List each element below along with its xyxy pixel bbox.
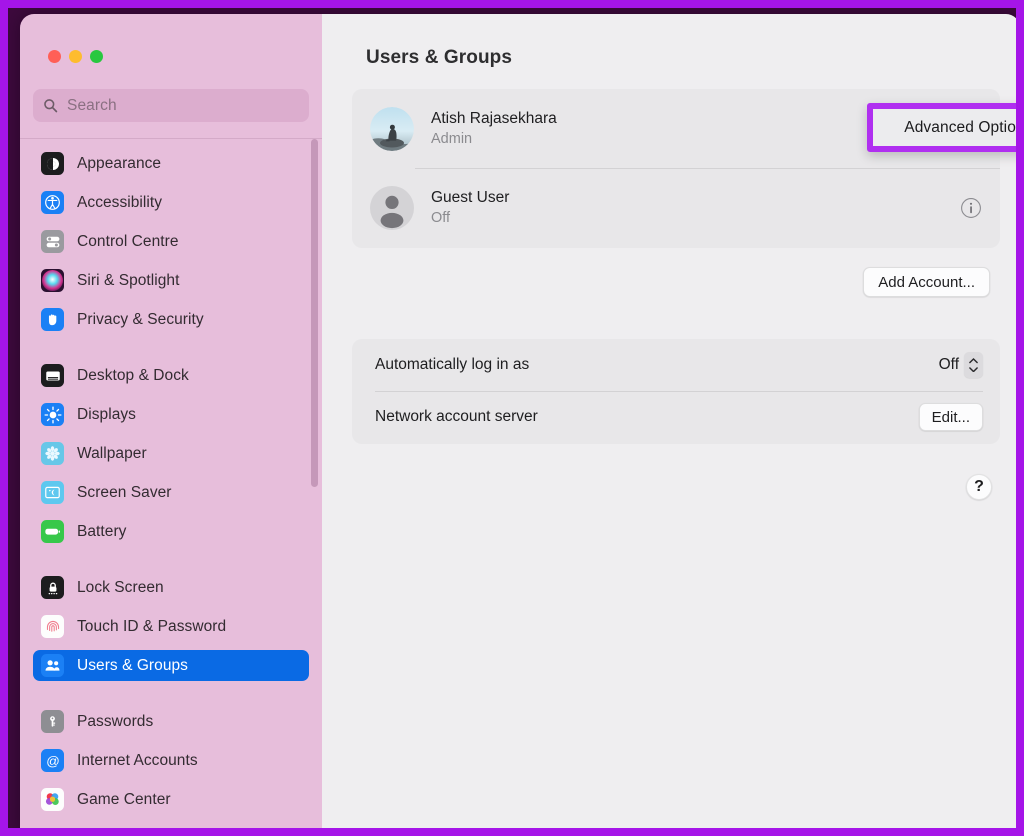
sidebar-item-label: Siri & Spotlight [77,271,180,289]
users-groups-icon [41,654,64,677]
sidebar-item-label: Internet Accounts [77,751,198,769]
sidebar-item-passwords[interactable]: Passwords [33,706,309,737]
accessibility-icon [41,191,64,214]
network-account-server-label: Network account server [375,408,538,425]
sidebar-scroll-area: Appearance Accessibility Control Centre … [20,139,322,821]
account-role: Off [431,210,451,226]
account-info: Guest User Off [431,189,509,226]
sidebar-item-label: Game Center [77,790,171,808]
sidebar-item-label: Touch ID & Password [77,617,227,635]
zoom-window-button[interactable] [90,50,103,63]
sidebar-item-desktop-dock[interactable]: Desktop & Dock [33,360,309,391]
siri-spotlight-icon [41,269,64,292]
edit-network-server-button[interactable]: Edit... [918,403,983,431]
account-name: Guest User [431,189,510,206]
account-info: Atish Rajasekhara Admin [431,110,557,147]
sidebar-item-label: Control Centre [77,232,179,250]
sidebar-item-users-groups[interactable]: Users & Groups [33,650,309,681]
wallpaper-icon [41,442,64,465]
game-center-icon [41,788,64,811]
svg-text:@: @ [46,753,60,768]
automatic-login-stepper[interactable] [964,352,983,378]
sidebar-item-lock-screen[interactable]: Lock Screen [33,572,309,603]
chevron-down-icon [969,366,978,372]
control-centre-icon [41,230,64,253]
touch-id-icon [41,615,64,638]
window-traffic-lights [20,14,322,63]
lock-screen-icon [41,576,64,599]
sidebar: Search Appearance Accessibility Control … [20,14,322,828]
sidebar-item-label: Passwords [77,712,154,730]
desktop-dock-icon [41,364,64,387]
appearance-icon [41,152,64,175]
sidebar-item-touch-id[interactable]: Touch ID & Password [33,611,309,642]
help-button[interactable]: ? [966,474,992,500]
sidebar-item-label: Battery [77,522,127,540]
sidebar-item-label: Users & Groups [77,656,188,674]
automatic-login-control[interactable]: Off [939,352,983,378]
battery-icon [41,520,64,543]
sidebar-item-label: Screen Saver [77,483,172,501]
add-account-label: Add Account... [878,273,975,291]
sidebar-item-game-center[interactable]: Game Center [33,784,309,815]
automatic-login-label: Automatically log in as [375,356,530,373]
sidebar-item-label: Appearance [77,154,162,172]
sidebar-item-appearance[interactable]: Appearance [33,148,309,179]
login-options-card: Automatically log in as Off Network acco… [352,339,1000,444]
info-circle-icon[interactable] [960,197,982,219]
screen-saver-icon [41,481,64,504]
sidebar-item-privacy-security[interactable]: Privacy & Security [33,304,309,335]
default-person-avatar [370,185,414,230]
privacy-security-icon [41,308,64,331]
sidebar-item-label: Wallpaper [77,444,147,462]
sidebar-item-siri-spotlight[interactable]: Siri & Spotlight [33,265,309,296]
sidebar-item-screen-saver[interactable]: Screen Saver [33,477,309,508]
sidebar-item-internet-accounts[interactable]: @ Internet Accounts [33,745,309,776]
chevron-up-icon [969,358,978,364]
search-container: Search [20,63,322,122]
account-role: Admin [431,131,473,147]
sidebar-item-wallpaper[interactable]: Wallpaper [33,438,309,469]
account-row-guest[interactable]: Guest User Off [352,168,1000,247]
advanced-options-label: Advanced Options... [904,118,1016,136]
internet-accounts-icon: @ [41,749,64,772]
sidebar-scrollbar-thumb[interactable] [311,139,318,487]
sidebar-item-control-centre[interactable]: Control Centre [33,226,309,257]
passwords-icon [41,710,64,733]
account-name: Atish Rajasekhara [431,110,557,127]
sidebar-scrollbar[interactable] [311,139,318,821]
automatic-login-row: Automatically log in as Off [352,339,1000,391]
system-settings-window: Search Appearance Accessibility Control … [20,14,1016,828]
close-window-button[interactable] [48,50,61,63]
search-placeholder: Search [67,96,117,114]
edit-button-label: Edit... [931,408,970,426]
search-input[interactable]: Search [33,89,309,122]
sidebar-item-displays[interactable]: Displays [33,399,309,430]
search-icon [44,99,58,113]
minimize-window-button[interactable] [69,50,82,63]
sidebar-item-label: Lock Screen [77,578,164,596]
sidebar-item-label: Desktop & Dock [77,366,189,384]
sidebar-item-label: Privacy & Security [77,310,204,328]
sidebar-item-battery[interactable]: Battery [33,516,309,547]
add-account-button[interactable]: Add Account... [863,267,990,297]
sidebar-item-label: Displays [77,405,136,423]
sidebar-item-label: Accessibility [77,193,163,211]
network-account-server-row: Network account server Edit... [352,391,1000,443]
main-content: Users & Groups Atish Rajasekhara Admin G… [322,14,1016,828]
page-title: Users & Groups [366,47,513,68]
screenshot-frame: Search Appearance Accessibility Control … [0,0,1024,836]
advanced-options-menu-item[interactable]: Advanced Options... [867,103,1016,152]
sidebar-item-accessibility[interactable]: Accessibility [33,187,309,218]
displays-icon [41,403,64,426]
user-photo-avatar [370,106,414,151]
help-button-label: ? [974,478,984,495]
automatic-login-value: Off [938,356,959,373]
